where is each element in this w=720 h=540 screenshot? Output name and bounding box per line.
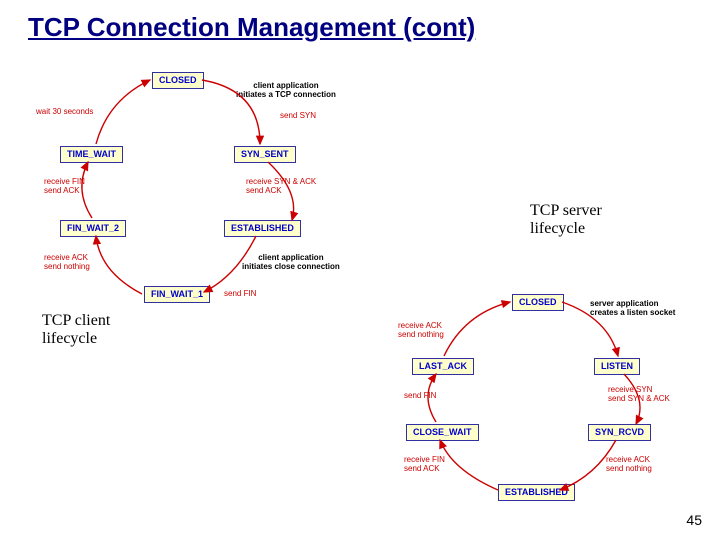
slide-title: TCP Connection Management (cont) xyxy=(28,12,475,43)
client-ann-send-syn: send SYN xyxy=(280,112,316,121)
server-state-syn-rcvd: SYN_RCVD xyxy=(588,424,651,441)
client-state-fin-wait-1: FIN_WAIT_1 xyxy=(144,286,210,303)
server-state-established: ESTABLISHED xyxy=(498,484,575,501)
client-state-fin-wait-2: FIN_WAIT_2 xyxy=(60,220,126,237)
client-ann-recv-synack: receive SYN & ACKsend ACK xyxy=(246,178,316,196)
client-state-syn-sent: SYN_SENT xyxy=(234,146,296,163)
server-state-last-ack: LAST_ACK xyxy=(412,358,474,375)
client-ann-wait30: wait 30 seconds xyxy=(36,108,93,117)
server-state-closed: CLOSED xyxy=(512,294,564,311)
client-ann-init: client applicationinitiates a TCP connec… xyxy=(236,82,336,100)
server-ann-create-socket: server applicationcreates a listen socke… xyxy=(590,300,675,318)
page-number: 45 xyxy=(686,512,702,528)
server-ann-recv-syn: receive SYNsend SYN & ACK xyxy=(608,386,670,404)
server-state-listen: LISTEN xyxy=(594,358,640,375)
client-state-closed: CLOSED xyxy=(152,72,204,89)
client-ann-recv-fin: receive FINsend ACK xyxy=(44,178,85,196)
client-ann-close: client applicationinitiates close connec… xyxy=(242,254,340,272)
client-ann-recv-ack: receive ACKsend nothing xyxy=(44,254,90,272)
client-state-established: ESTABLISHED xyxy=(224,220,301,237)
server-ann-send-fin: send FIN xyxy=(404,392,436,401)
server-ann-recv-fin: receive FINsend ACK xyxy=(404,456,445,474)
server-ann-recv-ack: receive ACKsend nothing xyxy=(606,456,652,474)
label-server-lifecycle: TCP serverlifecycle xyxy=(530,202,602,237)
label-client-lifecycle: TCP clientlifecycle xyxy=(42,312,110,347)
client-state-time-wait: TIME_WAIT xyxy=(60,146,123,163)
client-ann-send-fin: send FIN xyxy=(224,290,256,299)
server-state-close-wait: CLOSE_WAIT xyxy=(406,424,479,441)
server-ann-recv-ack2: receive ACKsend nothing xyxy=(398,322,444,340)
